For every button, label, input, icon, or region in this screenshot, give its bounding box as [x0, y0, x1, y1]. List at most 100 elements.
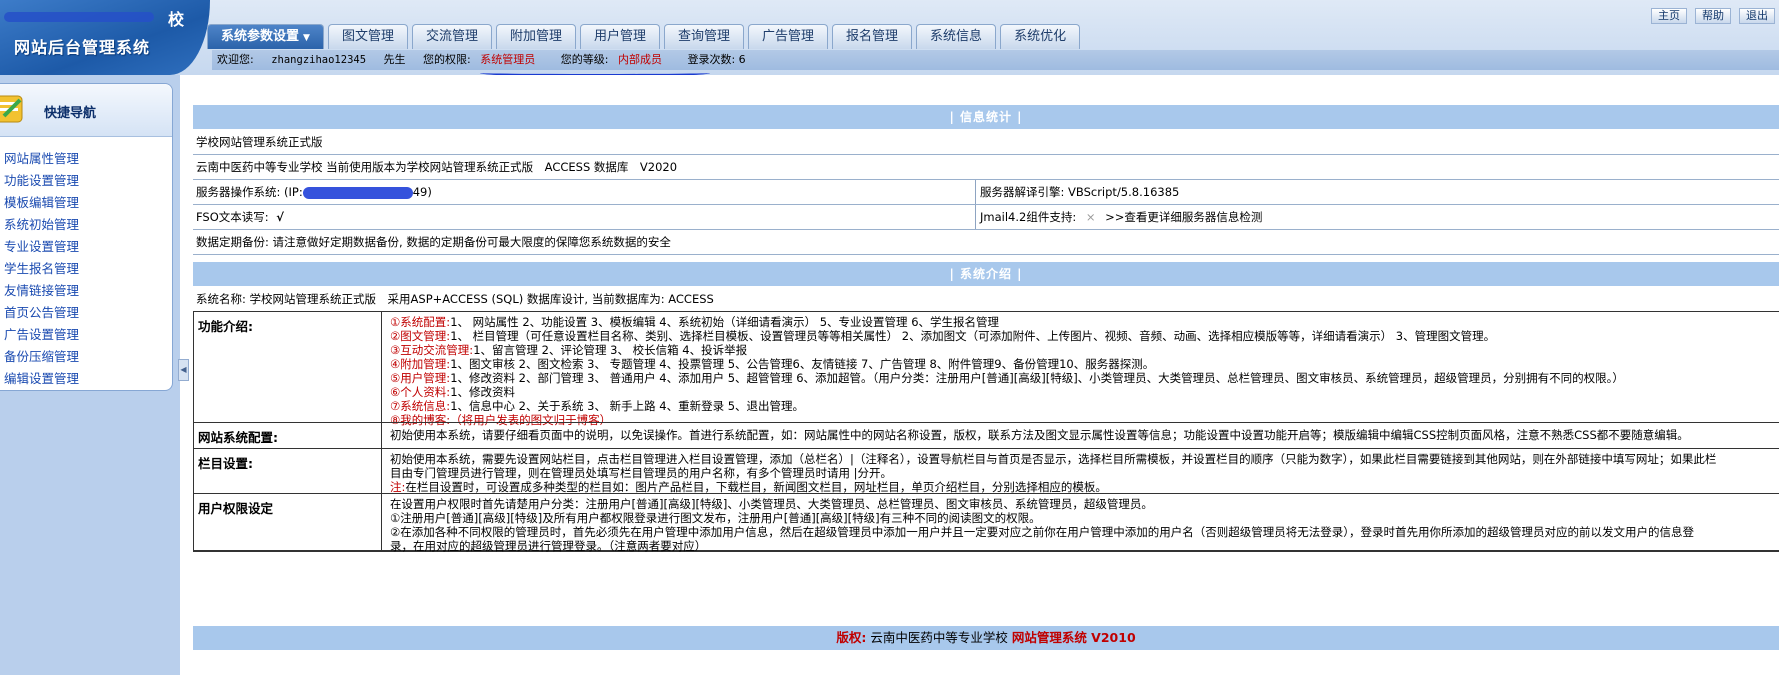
header: 校 网站后台管理系统 系统参数设置 ▼ 图文管理 交流管理 附加管理 用户管理 查询管理 广告… — [0, 0, 1779, 77]
tab-label: 系统信息 — [930, 29, 983, 44]
config-text: 初始使用本系统，请要仔细看页面中的说明，以免误操作。首进行系统配置，如：网站属性… — [390, 428, 1689, 442]
func-intro-body: ①系统配置:1、 网站属性 2、功能设置 3、模板编辑 4、系统初始（详细请看演… — [386, 312, 1779, 430]
column-note-text: 在栏目设置时，可设置成多种类型的栏目如：图片产品栏目，下载栏目，新闻图文栏目，网… — [405, 480, 1107, 494]
tab-label: 附加管理 — [509, 29, 562, 44]
column-line-1: 初始使用本系统，需要先设置网站栏目，点击栏目管理进入栏目设置管理，添加（总栏名）… — [390, 452, 1717, 466]
server-detail-link[interactable]: >>查看更详细服务器信息检测 — [1105, 210, 1262, 224]
tab-10[interactable]: 系统优化 — [1000, 24, 1081, 49]
tab-6[interactable]: 查询管理 — [664, 24, 745, 49]
notebook-icon — [0, 95, 23, 123]
top-link-3[interactable]: 退出 — [1739, 8, 1775, 24]
column-label: 栏目设置: — [194, 449, 382, 493]
func-line-title: ③互动交流管理: — [390, 343, 474, 357]
tab-label: 报名管理 — [846, 29, 899, 44]
sidebar-item-8[interactable]: 首页公告管理 — [0, 302, 79, 324]
username: zhangzihao12345 — [271, 54, 367, 66]
version-row: 云南中医药中等专业学校 当前使用版本为学校网站管理系统正式版 ACCESS 数据… — [193, 155, 1779, 180]
tab-4[interactable]: 附加管理 — [495, 24, 576, 49]
redaction-scribble — [302, 186, 413, 199]
perm-line-3: ②在添加各种不同权限的管理员时，首先必须先在用户管理中添加用户信息，然后在超级管… — [390, 525, 1695, 539]
quick-nav-panel: 快捷导航 网站属性管理 功能设置管理 模板编辑管理 系统初始管理 专业设置管理 学生报名管… — [0, 83, 173, 391]
collapse-sidebar-icon[interactable]: ◀ — [178, 359, 189, 381]
tab-2[interactable]: 图文管理 — [327, 24, 408, 49]
func-line: ⑥个人资料:1、修改资料 — [390, 385, 1776, 399]
func-line-text: 1、信息中心 2、关于系统 3、 新手上路 4、重新登录 5、退出管理。 — [450, 399, 805, 413]
sidebar-menu: 网站属性管理 功能设置管理 模板编辑管理 系统初始管理 专业设置管理 学生报名管理 友情链接… — [0, 148, 79, 390]
sidebar-item-7[interactable]: 友情链接管理 — [0, 280, 79, 302]
permission-row: 用户权限设定 在设置用户权限时首先请楚用户分类：注册用户[普通][高级][特级]… — [194, 493, 1779, 553]
logo: 校 网站后台管理系统 — [0, 0, 210, 75]
permission-value: 系统管理员 — [480, 53, 536, 66]
column-line-2: 目由专门管理员进行管理，则在管理员处填写栏目管理员的用户名称，有多个管理员时请用… — [390, 466, 893, 480]
sidebar-item-3[interactable]: 模板编辑管理 — [0, 192, 79, 214]
func-line: ③互动交流管理:1、留言管理 2、评论管理 3、 校长信箱 4、投诉举报 — [390, 343, 1776, 357]
func-line-text: 1、修改资料 2、部门管理 3、 普通用户 4、添加用户 5、超管管理 6、添加… — [450, 371, 1624, 385]
tab-label: 系统优化 — [1014, 29, 1067, 44]
main-tabs: 系统参数设置 ▼ 图文管理 交流管理 附加管理 用户管理 查询管理 广告管理 报名管理 系统信息 系… — [207, 24, 1081, 50]
system-intro-header: | 系统介绍 | — [193, 262, 1779, 286]
sidebar-item-5[interactable]: 专业设置管理 — [0, 236, 79, 258]
copyright-school: 云南中医药中等专业学校 — [870, 630, 1008, 645]
level-label: 您的等级: — [560, 53, 609, 66]
sidebar-item-9[interactable]: 广告设置管理 — [0, 324, 79, 346]
tab-label: 系统参数设置 — [221, 29, 300, 44]
tab-label: 图文管理 — [341, 29, 394, 44]
tab-5[interactable]: 用户管理 — [579, 24, 660, 49]
check-icon: √ — [276, 210, 284, 224]
main-content: | 信息统计 | 学校网站管理系统正式版 云南中医药中等专业学校 当前使用版本为… — [193, 75, 1779, 675]
login-count: 登录次数: 6 — [687, 53, 746, 66]
sidebar-item-10[interactable]: 备份压缩管理 — [0, 346, 79, 368]
cross-icon: × — [1085, 210, 1096, 224]
permission-body: 在设置用户权限时首先请楚用户分类：注册用户[普通][高级][特级]、小类管理员、… — [386, 494, 1779, 556]
func-line-title: ①系统配置: — [390, 315, 451, 329]
logo-title: 网站后台管理系统 — [14, 38, 151, 57]
sir-label: 先生 — [383, 53, 406, 66]
column-note-prefix: 注: — [390, 480, 406, 494]
jmail-cell: Jmail4.2组件支持: × >>查看更详细服务器信息检测 — [975, 205, 1262, 229]
sidebar: 快捷导航 网站属性管理 功能设置管理 模板编辑管理 系统初始管理 专业设置管理 学生报名管… — [0, 75, 189, 675]
func-line-title: ⑤用户管理: — [390, 371, 451, 385]
server-os-label: 服务器操作系统: (IP: — [196, 185, 303, 199]
copyright-product: 网站管理系统 V2010 — [1011, 630, 1136, 645]
server-os-tail: 49) — [412, 185, 432, 199]
backup-note-row: 数据定期备份: 请注意做好定期数据备份, 数据的定期备份可最大限度的保障您系统数… — [193, 230, 1779, 255]
sidebar-item-4[interactable]: 系统初始管理 — [0, 214, 79, 236]
system-name-row: 系统名称: 学校网站管理系统正式版 采用ASP+ACCESS (SQL) 数据库… — [193, 287, 1779, 311]
func-line: ⑦系统信息:1、信息中心 2、关于系统 3、 新手上路 4、重新登录 5、退出管… — [390, 399, 1776, 413]
permission-label: 您的权限: — [423, 53, 471, 66]
func-line-title: ⑦系统信息: — [390, 399, 451, 413]
tab-9[interactable]: 系统信息 — [916, 24, 997, 49]
func-line: ⑤用户管理:1、修改资料 2、部门管理 3、 普通用户 4、添加用户 5、超管管… — [390, 371, 1776, 385]
top-link-2[interactable]: 帮助 — [1695, 8, 1731, 24]
perm-line-1: 在设置用户权限时首先请楚用户分类：注册用户[普通][高级][特级]、小类管理员、… — [390, 497, 1153, 511]
copyright-footer: 版权: 云南中医药中等专业学校 网站管理系统 V2010 — [193, 626, 1779, 650]
sidebar-item-2[interactable]: 功能设置管理 — [0, 170, 79, 192]
func-line-text: 1、 栏目管理（可任意设置栏目名称、类别、选择栏目模板、设置管理员等等相关属性）… — [450, 329, 1496, 343]
sidebar-item-6[interactable]: 学生报名管理 — [0, 258, 79, 280]
tab-label: 广告管理 — [762, 29, 815, 44]
top-link-1[interactable]: 主页 — [1651, 8, 1687, 24]
func-line: ④附加管理:1、图文审核 2、图文检索 3、 专题管理 4、投票管理 5、公告管… — [390, 357, 1776, 371]
config-label: 网站系统配置: — [194, 423, 382, 448]
chevron-down-icon: ▼ — [303, 33, 310, 43]
tab-label: 查询管理 — [678, 29, 731, 44]
edition-row: 学校网站管理系统正式版 — [193, 130, 1779, 155]
tab-8[interactable]: 报名管理 — [832, 24, 913, 49]
intro-table: 功能介绍: ①系统配置:1、 网站属性 2、功能设置 3、模板编辑 4、系统初始… — [193, 311, 1779, 553]
func-line-text: 1、留言管理 2、评论管理 3、 校长信箱 4、投诉举报 — [473, 343, 748, 357]
tab-1[interactable]: 系统参数设置 ▼ — [207, 24, 324, 49]
top-links: 主页 帮助 退出 — [1651, 8, 1775, 24]
permission-setting-label: 用户权限设定 — [194, 494, 382, 550]
copyright-label: 版权: — [836, 630, 867, 645]
func-line-title: ④附加管理: — [390, 357, 451, 371]
func-line-title: ②图文管理: — [390, 329, 451, 343]
sidebar-item-11[interactable]: 编辑设置管理 — [0, 368, 79, 390]
tab-7[interactable]: 广告管理 — [748, 24, 829, 49]
level-value: 内部成员 — [617, 53, 662, 66]
tab-3[interactable]: 交流管理 — [411, 24, 492, 49]
func-intro-row: 功能介绍: ①系统配置:1、 网站属性 2、功能设置 3、模板编辑 4、系统初始… — [194, 312, 1779, 427]
func-line-title: ⑥个人资料: — [390, 385, 451, 399]
sidebar-item-1[interactable]: 网站属性管理 — [0, 148, 79, 170]
func-line-text: 1、修改资料 — [450, 385, 516, 399]
column-note: 注:在栏目设置时，可设置成多种类型的栏目如：图片产品栏目，下载栏目，新闻图文栏目… — [390, 480, 1776, 494]
